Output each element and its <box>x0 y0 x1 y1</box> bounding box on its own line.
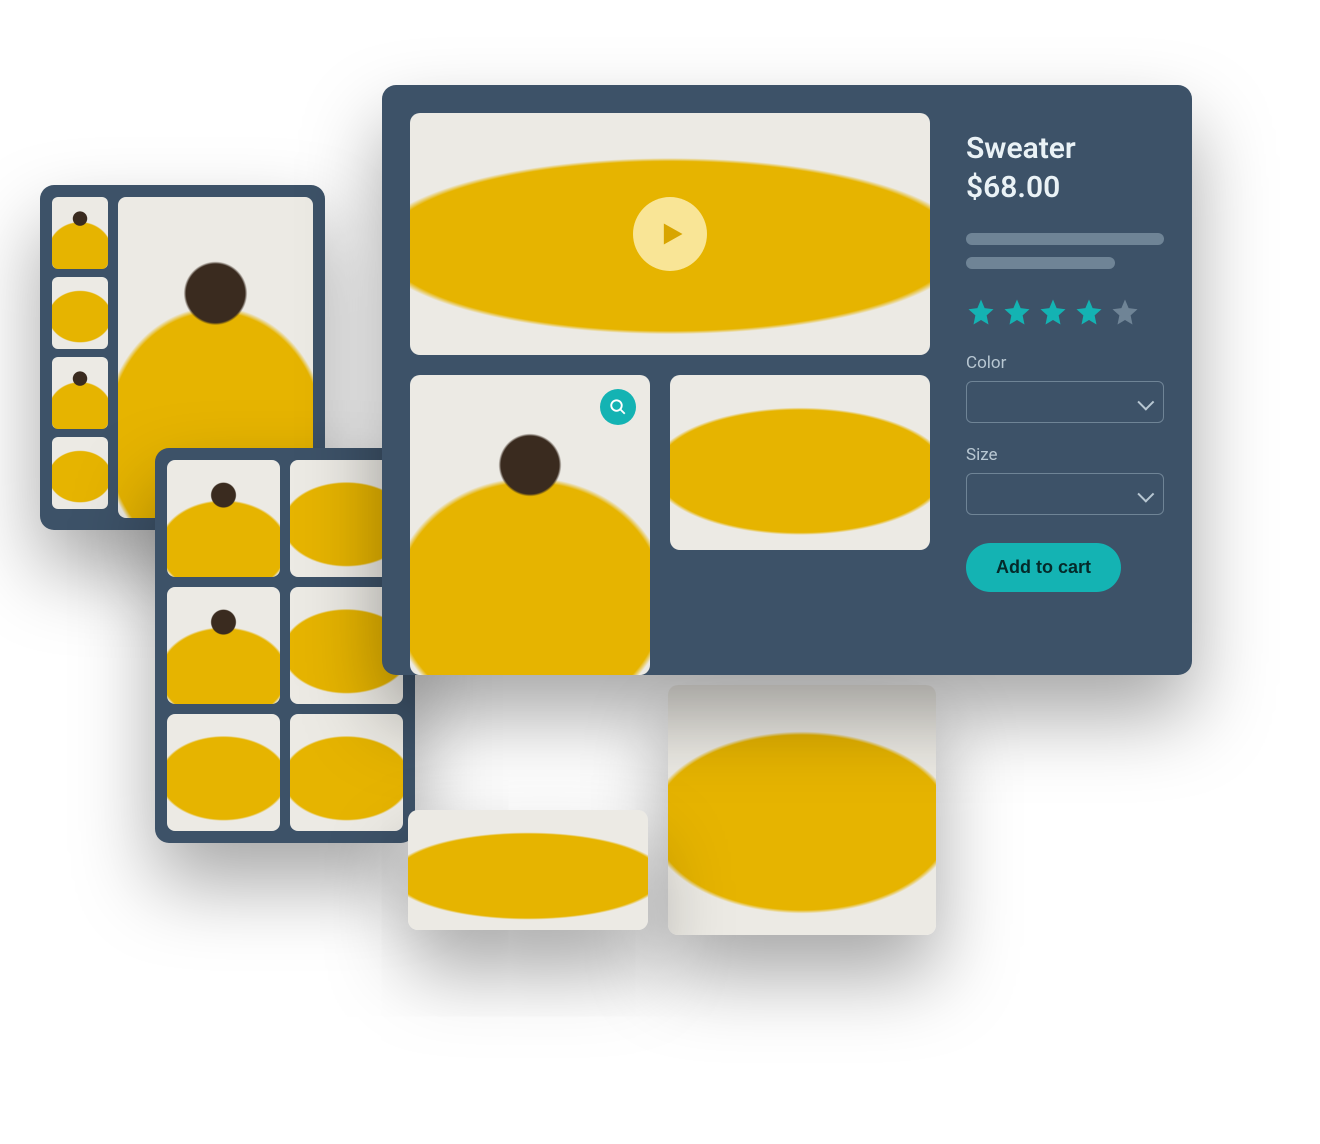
color-select[interactable] <box>966 381 1164 423</box>
star-icon <box>1074 297 1104 327</box>
star-icon <box>1110 297 1140 327</box>
product-panel: Sweater $68.00 Color Size Add to cart <box>382 85 1192 675</box>
description-placeholder <box>966 233 1164 245</box>
zoom-icon[interactable] <box>600 389 636 425</box>
size-select[interactable] <box>966 473 1164 515</box>
description-placeholder <box>966 257 1115 269</box>
product-image-back[interactable] <box>668 685 936 935</box>
thumbnail[interactable] <box>52 197 108 269</box>
grid-tile[interactable] <box>290 714 403 831</box>
rating-stars <box>966 297 1164 327</box>
grid-tile[interactable] <box>167 460 280 577</box>
product-image-front[interactable] <box>410 375 650 675</box>
product-hero-video[interactable] <box>410 113 930 355</box>
color-label: Color <box>966 353 1164 373</box>
thumbnail-column <box>52 197 108 518</box>
play-icon[interactable] <box>633 197 707 271</box>
thumbnail[interactable] <box>52 277 108 349</box>
product-image-side[interactable] <box>670 375 930 550</box>
add-to-cart-button[interactable]: Add to cart <box>966 543 1121 592</box>
star-icon <box>1002 297 1032 327</box>
star-icon <box>966 297 996 327</box>
star-icon <box>1038 297 1068 327</box>
thumbnail[interactable] <box>52 357 108 429</box>
product-price: $68.00 <box>966 170 1164 205</box>
product-title: Sweater <box>966 131 1164 166</box>
product-info: Sweater $68.00 Color Size Add to cart <box>966 113 1164 675</box>
product-image-detail[interactable] <box>408 810 648 930</box>
gallery-grid-panel <box>155 448 415 843</box>
grid-tile[interactable] <box>167 714 280 831</box>
product-media-column <box>410 113 930 675</box>
thumbnail[interactable] <box>52 437 108 509</box>
size-label: Size <box>966 445 1164 465</box>
grid-tile[interactable] <box>167 587 280 704</box>
